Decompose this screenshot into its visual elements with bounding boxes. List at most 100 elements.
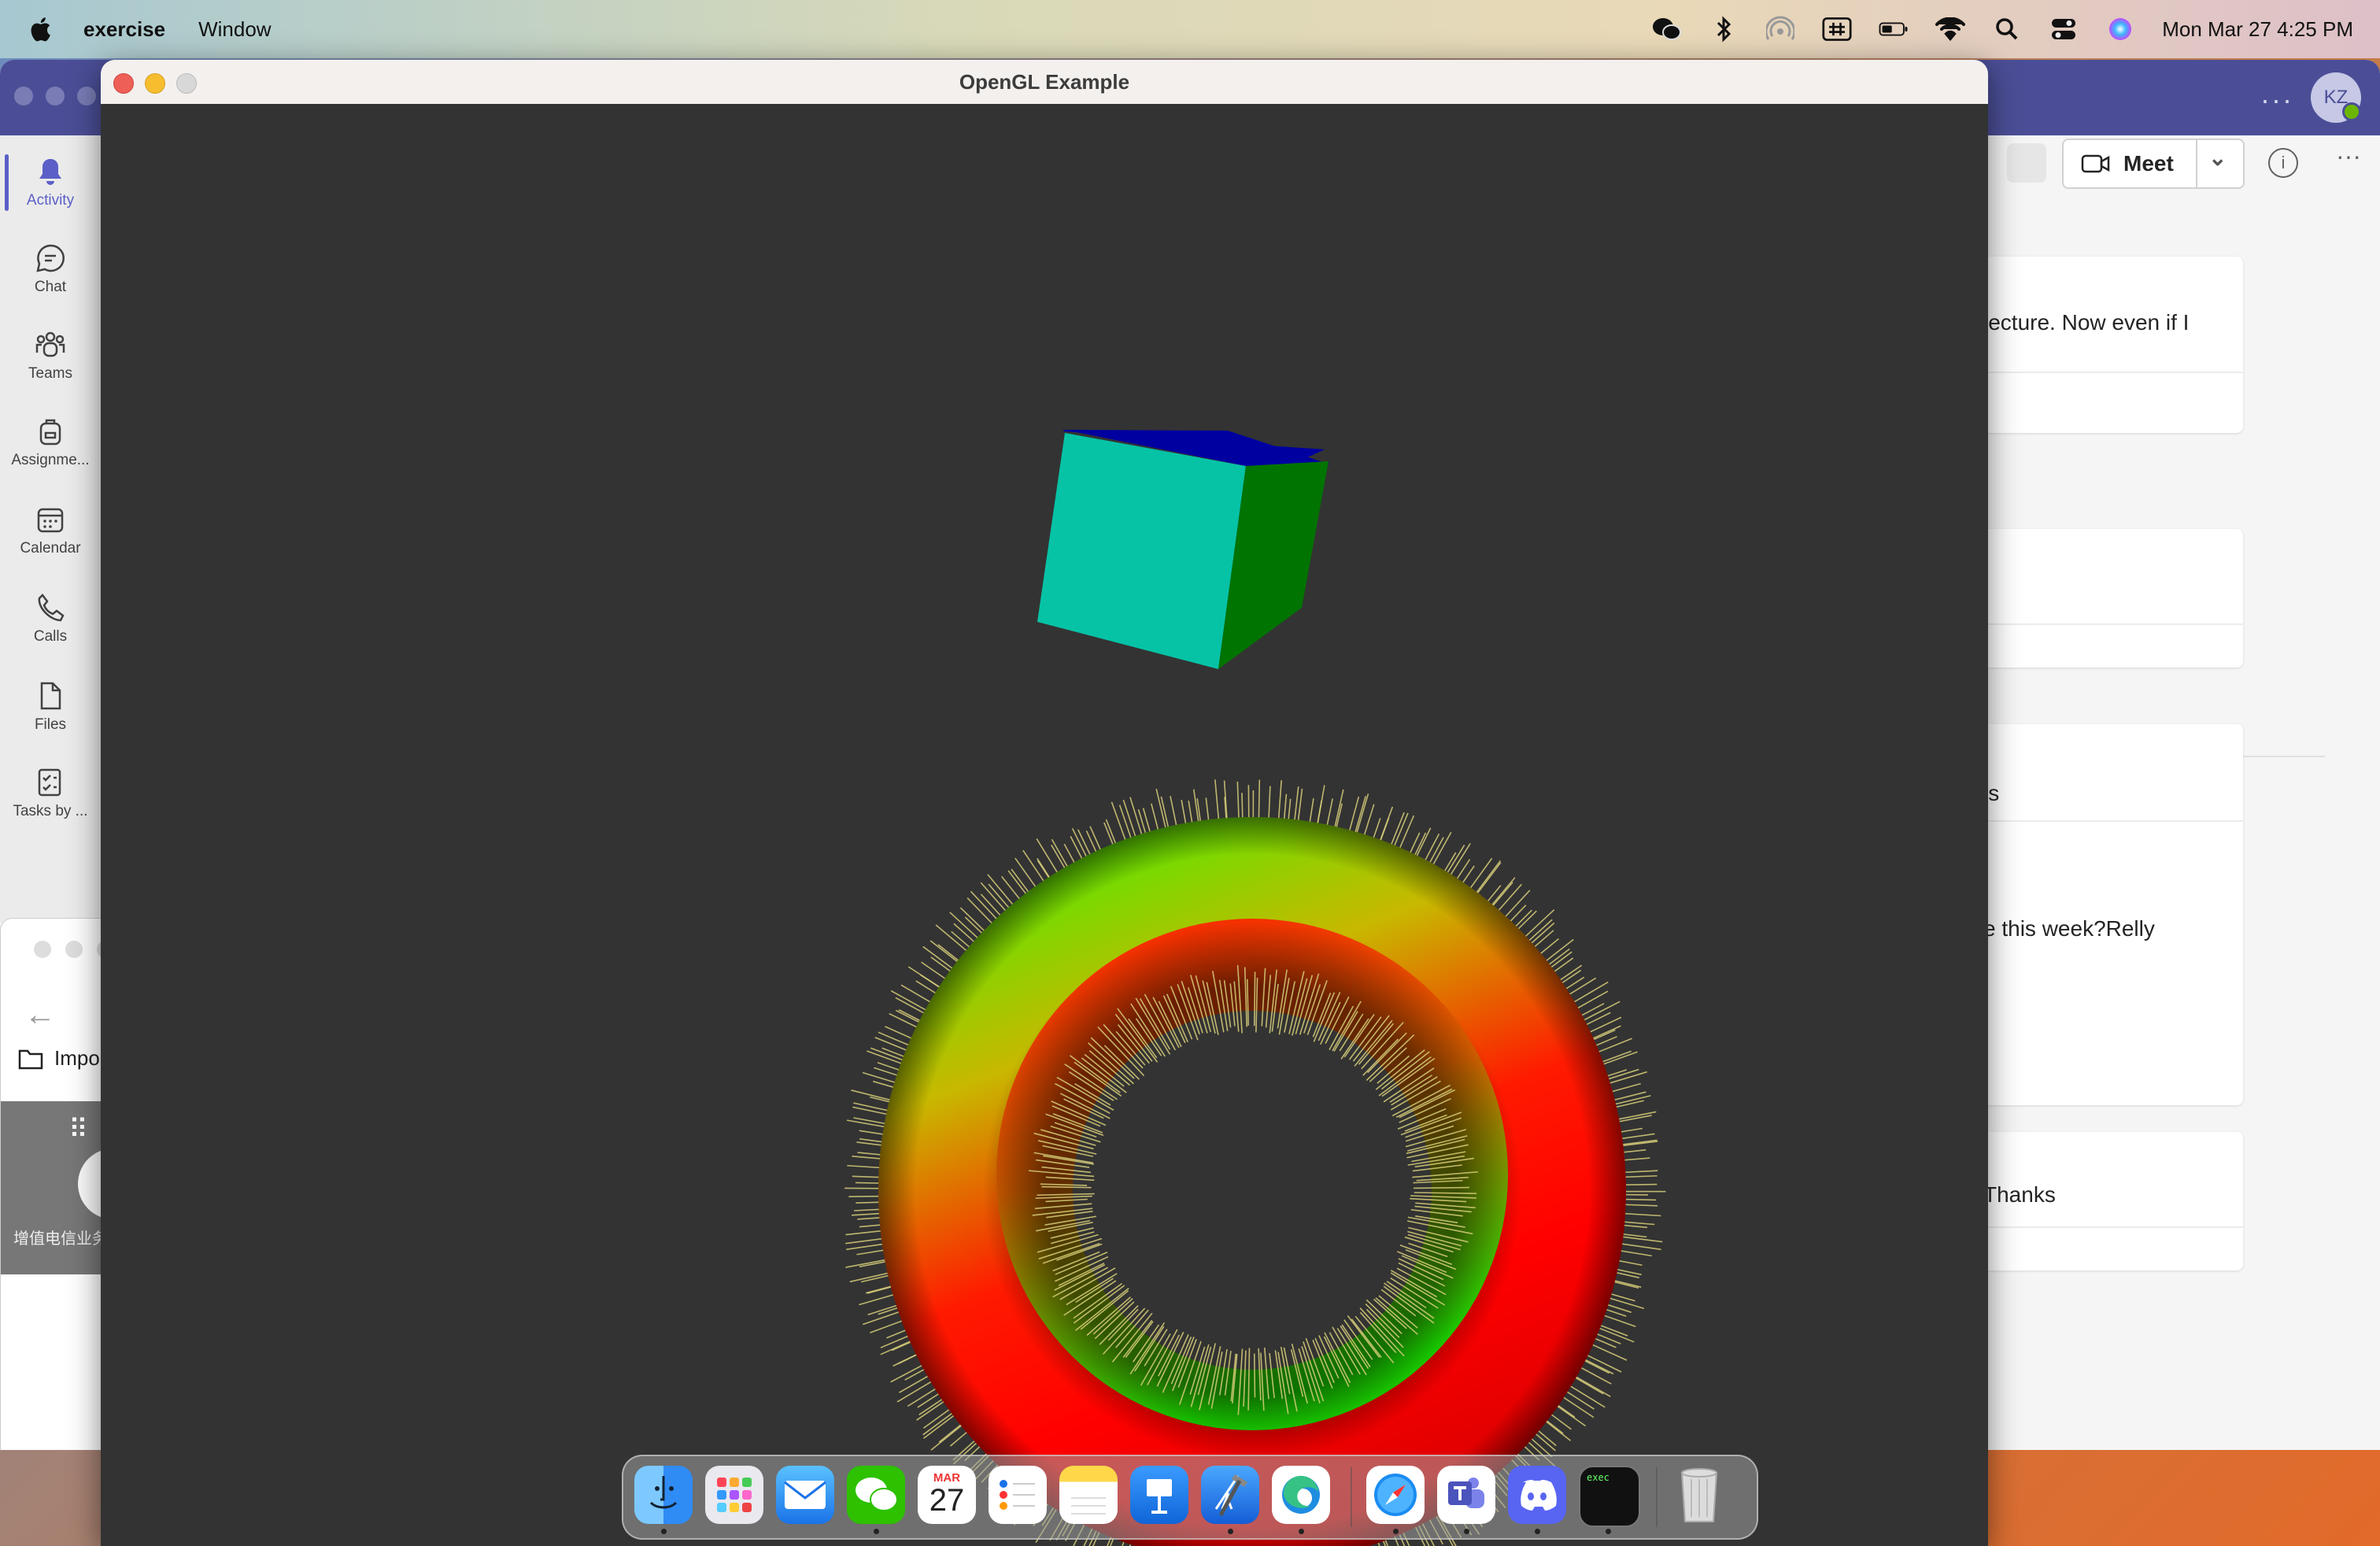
torus xyxy=(844,779,1666,1546)
dock-app-calendar[interactable]: MAR 27 xyxy=(918,1466,976,1524)
rail-item-assignments[interactable]: Assignme... xyxy=(0,403,101,482)
app-rail: Activity Chat Teams Assignme... Calendar… xyxy=(0,135,101,923)
import-row[interactable]: Impo xyxy=(18,1046,100,1071)
clipboard-icon[interactable] xyxy=(2007,143,2046,183)
edge-icon xyxy=(1282,1475,1320,1514)
terminal-label: exec xyxy=(1587,1472,1609,1483)
mini-close-button[interactable] xyxy=(34,941,51,958)
rail-label: Tasks by ... xyxy=(13,803,88,819)
zoom-button[interactable] xyxy=(176,73,197,94)
cube xyxy=(1037,430,1330,669)
dock-app-launchpad[interactable] xyxy=(705,1466,763,1524)
meet-label: Meet xyxy=(2123,151,2174,176)
rail-item-calls[interactable]: Calls xyxy=(0,579,101,658)
battery-icon[interactable] xyxy=(1879,16,1909,43)
apple-icon[interactable] xyxy=(28,16,52,43)
message-card[interactable]: Thanks xyxy=(1968,1132,2243,1270)
dock-app-finder[interactable] xyxy=(634,1466,693,1524)
import-label: Impo xyxy=(54,1046,100,1070)
running-indicator xyxy=(1606,1529,1611,1534)
minimize-button[interactable] xyxy=(145,73,165,94)
control-center-icon[interactable] xyxy=(2049,16,2079,43)
siri-icon[interactable] xyxy=(2105,16,2135,43)
meet-button[interactable]: Meet ⌄ xyxy=(2062,139,2245,189)
message-card[interactable]: lecture. Now even if I xyxy=(1968,257,2243,433)
running-indicator xyxy=(1464,1529,1469,1534)
wechat-icon[interactable] xyxy=(1652,16,1682,43)
menubar-clock[interactable]: Mon Mar 27 4:25 PM xyxy=(2162,17,2353,42)
dock-app-xcode[interactable] xyxy=(1201,1466,1259,1524)
dock-app-discord[interactable] xyxy=(1508,1466,1566,1524)
rail-label: Assignme... xyxy=(11,452,90,468)
running-indicator xyxy=(1299,1529,1304,1534)
input-method-icon[interactable] xyxy=(1822,16,1852,43)
mini-call-panel: ⠿ 增值电信业务 xyxy=(1,1101,149,1274)
rail-label: Chat xyxy=(34,279,67,295)
calendar-month: MAR xyxy=(933,1470,961,1485)
teams-zoom-button[interactable] xyxy=(77,87,96,105)
rail-item-activity[interactable]: Activity xyxy=(0,143,101,222)
chat-more-icon[interactable]: ··· xyxy=(2336,142,2361,171)
menu-bar: exercise Window Mon Mar 27 4:25 PM xyxy=(0,0,2380,58)
safari-icon xyxy=(1374,1474,1417,1516)
rail-item-files[interactable]: Files xyxy=(0,668,101,746)
dock-app-edge[interactable] xyxy=(1272,1466,1330,1524)
teams-icon xyxy=(1448,1478,1484,1508)
opengl-titlebar[interactable]: OpenGL Example xyxy=(101,60,1988,105)
rail-item-tasks[interactable]: Tasks by ... xyxy=(0,754,101,833)
message-separator xyxy=(1968,1226,2243,1228)
teams-minimize-button[interactable] xyxy=(46,87,65,105)
running-indicator xyxy=(661,1529,667,1534)
teams-close-button[interactable] xyxy=(14,87,33,105)
message-card[interactable] xyxy=(1968,529,2243,668)
calendar-icon xyxy=(37,508,64,533)
dock-app-teams[interactable] xyxy=(1437,1466,1495,1524)
teams-mini-window: ← Impo ⠿ 增值电信业务 xyxy=(0,918,149,1450)
dialpad-icon[interactable]: ⠿ xyxy=(68,1114,90,1145)
dock-app-trash[interactable] xyxy=(1670,1466,1728,1524)
dock-separator xyxy=(1656,1467,1658,1527)
app-menu-name[interactable]: exercise xyxy=(83,17,165,42)
dock-app-safari[interactable] xyxy=(1366,1466,1425,1524)
message-card[interactable]: ls e this week?Relly xyxy=(1968,724,2243,1105)
dock-app-keynote[interactable] xyxy=(1130,1466,1188,1524)
mail-icon xyxy=(784,1481,826,1509)
message-text: Thanks xyxy=(1983,1182,2056,1207)
wechat-icon xyxy=(856,1478,898,1511)
info-icon[interactable]: i xyxy=(2268,148,2298,178)
rail-item-chat[interactable]: Chat xyxy=(0,230,101,309)
search-icon[interactable] xyxy=(1992,16,2022,43)
running-indicator xyxy=(874,1529,879,1534)
chat-icon xyxy=(36,244,65,272)
meet-divider xyxy=(2196,140,2197,187)
message-text: lecture. Now even if I xyxy=(1983,310,2190,335)
rail-item-teams[interactable]: Teams xyxy=(0,316,101,395)
dock-app-mail[interactable] xyxy=(776,1466,834,1524)
video-camera-icon xyxy=(2081,154,2110,173)
bluetooth-icon[interactable] xyxy=(1709,16,1739,43)
file-icon xyxy=(40,682,61,710)
mini-minimize-button[interactable] xyxy=(65,941,83,958)
dock-separator xyxy=(1351,1467,1352,1527)
airdrop-icon[interactable] xyxy=(1765,16,1795,43)
dock: MAR 27 exec xyxy=(622,1455,1758,1540)
close-button[interactable] xyxy=(113,73,134,94)
menu-item-window[interactable]: Window xyxy=(198,17,271,42)
keynote-icon xyxy=(1147,1479,1172,1514)
back-arrow-icon[interactable]: ← xyxy=(24,997,56,1033)
normal-line xyxy=(1413,1186,1469,1189)
wifi-icon[interactable] xyxy=(1935,16,1966,43)
rail-item-calendar[interactable]: Calendar xyxy=(0,491,101,570)
dock-app-reminders[interactable] xyxy=(989,1466,1047,1524)
gl-scene xyxy=(844,430,1666,1546)
teams-icon xyxy=(35,331,65,357)
message-separator xyxy=(1968,372,2243,373)
tasks-icon xyxy=(38,768,61,797)
phone-icon xyxy=(38,594,65,622)
dock-app-terminal[interactable]: exec xyxy=(1579,1466,1640,1527)
dock-app-notes[interactable] xyxy=(1059,1466,1118,1524)
opengl-canvas[interactable] xyxy=(101,104,1988,1546)
dock-app-wechat[interactable] xyxy=(847,1466,905,1524)
chevron-down-icon[interactable]: ⌄ xyxy=(2208,145,2227,171)
running-indicator xyxy=(1228,1529,1233,1534)
